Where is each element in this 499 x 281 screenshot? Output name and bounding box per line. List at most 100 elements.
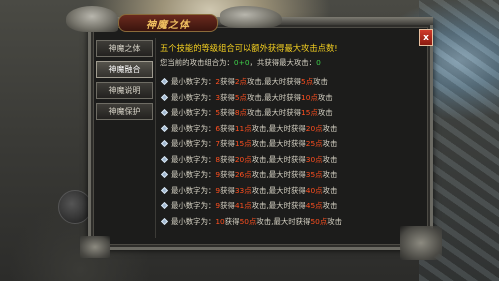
- level-gain-label: 获得: [220, 139, 235, 149]
- level-gain-value: 50点: [239, 216, 257, 226]
- level-max-label: 攻击,最大时获得: [256, 216, 311, 226]
- dialog-title: 神魔之体: [146, 19, 190, 31]
- level-attack-label: 攻击: [322, 123, 338, 133]
- level-gain-label: 获得: [220, 154, 235, 164]
- level-max-value: 20点: [305, 123, 323, 133]
- level-max-label: 攻击,最大时获得: [246, 92, 302, 102]
- level-attack-label: 攻击: [322, 154, 338, 164]
- level-attack-label: 攻击: [322, 201, 338, 211]
- level-max-label: 攻击,最大时获得: [251, 123, 306, 133]
- level-max-value: 35点: [305, 170, 323, 180]
- level-max-label: 攻击,最大时获得: [251, 201, 306, 211]
- level-max-value: 10点: [301, 92, 318, 102]
- level-row: 最小数字为： 9 获得 41点 攻击,最大时获得 45点 攻击: [160, 198, 415, 214]
- level-gain-value: 8点: [234, 108, 247, 118]
- tab-shenmo-fusion[interactable]: 神魔融合: [96, 61, 153, 78]
- level-row: 最小数字为： 3 获得 5点 攻击,最大时获得 10点 攻击: [160, 90, 415, 106]
- level-attack-label: 攻击: [317, 108, 333, 118]
- level-gain-label: 获得: [220, 77, 235, 87]
- diamond-bullet-icon: [160, 124, 169, 132]
- level-max-value: 15点: [301, 108, 318, 118]
- level-max-label: 攻击,最大时获得: [251, 139, 306, 149]
- level-min-label: 最小数字为：: [171, 139, 216, 149]
- level-gain-label: 获得: [220, 201, 235, 211]
- diamond-bullet-icon: [160, 93, 169, 101]
- tab-shenmo-explain[interactable]: 神魔说明: [96, 82, 153, 99]
- level-gain-value: 11点: [234, 123, 252, 133]
- level-row: 最小数字为： 5 获得 8点 攻击,最大时获得 15点 攻击: [160, 105, 415, 121]
- level-max-label: 攻击,最大时获得: [246, 108, 302, 118]
- level-gain-label: 获得: [220, 123, 235, 133]
- current-combo-label: 您当前的攻击组合为：: [160, 58, 234, 67]
- level-min-label: 最小数字为：: [171, 185, 216, 195]
- level-max-value: 45点: [305, 201, 323, 211]
- dragon-ornament-left-icon: [66, 6, 118, 32]
- diamond-bullet-icon: [160, 217, 169, 225]
- level-min-label: 最小数字为：: [171, 108, 216, 118]
- corner-ornament-icon: [80, 236, 110, 258]
- level-row: 最小数字为： 6 获得 11点 攻击,最大时获得 20点 攻击: [160, 121, 415, 137]
- level-row: 最小数字为： 9 获得 26点 攻击,最大时获得 35点 攻击: [160, 167, 415, 183]
- tab-shenmo-protect[interactable]: 神魔保护: [96, 103, 153, 120]
- level-min-label: 最小数字为：: [171, 92, 216, 102]
- level-attack-label: 攻击: [317, 92, 333, 102]
- level-min-label: 最小数字为：: [171, 77, 216, 87]
- level-max-value: 40点: [305, 185, 323, 195]
- level-gain-value: 20点: [234, 154, 252, 164]
- diamond-bullet-icon: [160, 109, 169, 117]
- level-gain-value: 41点: [234, 201, 252, 211]
- level-max-label: 攻击,最大时获得: [246, 77, 302, 87]
- level-min-label: 最小数字为：: [171, 216, 216, 226]
- level-attack-label: 攻击: [313, 77, 328, 87]
- current-attack-value: 0: [316, 58, 321, 67]
- close-button[interactable]: x: [419, 29, 433, 46]
- current-combo-line: 您当前的攻击组合为：0+0，共获得最大攻击：0: [160, 57, 415, 69]
- level-gain-value: 15点: [234, 139, 252, 149]
- fusion-heading: 五个技能的等级组合可以额外获得最大攻击点数!: [160, 43, 338, 53]
- level-gain-value: 2点: [234, 77, 247, 87]
- diamond-bullet-icon: [160, 155, 169, 163]
- level-max-label: 攻击,最大时获得: [251, 154, 306, 164]
- level-row: 最小数字为： 10 获得 50点 攻击,最大时获得 50点 攻击: [160, 214, 415, 230]
- diamond-bullet-icon: [160, 140, 169, 148]
- level-gain-label: 获得: [220, 108, 235, 118]
- level-min-value: 10: [215, 216, 225, 226]
- level-min-label: 最小数字为：: [171, 123, 216, 133]
- level-max-label: 攻击,最大时获得: [251, 170, 306, 180]
- level-list: 最小数字为： 2 获得 2点 攻击,最大时获得 5点 攻击 最小数字为： 3 获得 5点 攻击,最大时…: [160, 74, 415, 229]
- diamond-bullet-icon: [160, 78, 169, 86]
- level-max-value: 50点: [310, 216, 328, 226]
- current-combo-value: 0+0: [233, 58, 250, 67]
- level-attack-label: 攻击: [327, 216, 343, 226]
- level-row: 最小数字为： 8 获得 20点 攻击,最大时获得 30点 攻击: [160, 152, 415, 168]
- tab-list: 神魔之体 神魔融合 神魔说明 神魔保护: [96, 40, 153, 124]
- level-max-value: 30点: [305, 154, 323, 164]
- level-gain-label: 获得: [220, 185, 235, 195]
- level-min-label: 最小数字为：: [171, 201, 216, 211]
- fusion-content: 五个技能的等级组合可以额外获得最大攻击点数! 您当前的攻击组合为：0+0，共获得…: [160, 42, 415, 229]
- level-max-value: 25点: [305, 139, 323, 149]
- level-min-label: 最小数字为：: [171, 154, 216, 164]
- tab-shenmo-body[interactable]: 神魔之体: [96, 40, 153, 57]
- level-gain-label: 获得: [224, 216, 240, 226]
- level-gain-label: 获得: [220, 170, 235, 180]
- diamond-bullet-icon: [160, 186, 169, 194]
- corner-ornament-icon: [400, 226, 442, 260]
- level-gain-value: 5点: [234, 92, 247, 102]
- virtual-joystick[interactable]: [58, 190, 92, 224]
- level-gain-label: 获得: [220, 92, 235, 102]
- level-row: 最小数字为： 2 获得 2点 攻击,最大时获得 5点 攻击: [160, 74, 415, 90]
- level-min-label: 最小数字为：: [171, 170, 216, 180]
- dialog-title-plate: 神魔之体: [118, 14, 218, 32]
- current-attack-label: ，共获得最大攻击：: [249, 58, 317, 67]
- diamond-bullet-icon: [160, 202, 169, 210]
- level-row: 最小数字为： 7 获得 15点 攻击,最大时获得 25点 攻击: [160, 136, 415, 152]
- level-gain-value: 33点: [234, 185, 252, 195]
- level-row: 最小数字为： 9 获得 33点 攻击,最大时获得 40点 攻击: [160, 183, 415, 199]
- level-attack-label: 攻击: [322, 139, 338, 149]
- level-attack-label: 攻击: [322, 170, 338, 180]
- panel-divider: [155, 38, 156, 238]
- level-max-value: 5点: [301, 77, 314, 87]
- diamond-bullet-icon: [160, 171, 169, 179]
- level-attack-label: 攻击: [322, 185, 338, 195]
